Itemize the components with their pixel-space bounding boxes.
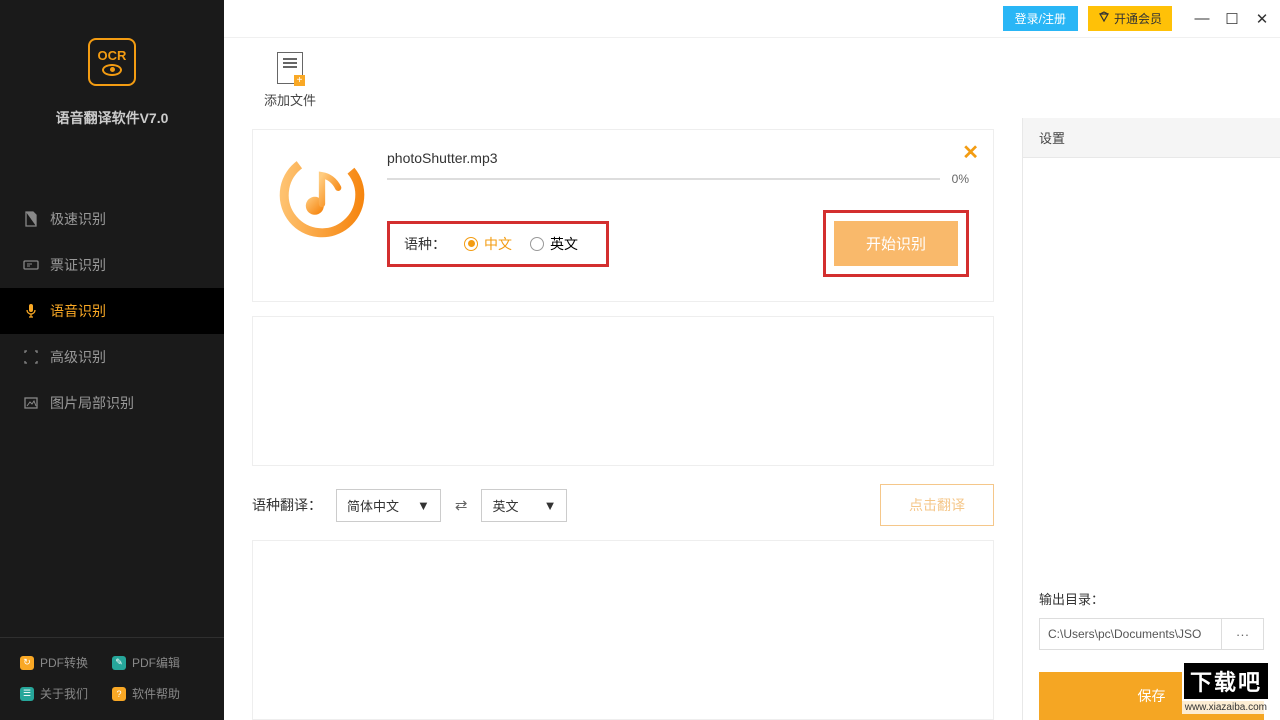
settings-header: 设置 bbox=[1023, 118, 1280, 158]
nav-label: 极速识别 bbox=[50, 209, 106, 229]
maximize-button[interactable]: ☐ bbox=[1224, 11, 1240, 27]
pdf-convert-icon: ↻ bbox=[20, 656, 34, 670]
open-vip-button[interactable]: 开通会员 bbox=[1088, 6, 1172, 31]
link-pdf-edit[interactable]: ✎ PDF编辑 bbox=[112, 654, 204, 671]
settings-panel: 设置 输出目录： C:\Users\pc\Documents\JSO ··· 保… bbox=[1022, 118, 1280, 720]
recognition-result-box bbox=[252, 316, 994, 466]
logo-area: OCR 语音翻译软件V7.0 bbox=[0, 0, 224, 146]
nav-advanced-recognition[interactable]: 高级识别 bbox=[0, 334, 224, 380]
radio-english[interactable]: 英文 bbox=[530, 234, 578, 254]
minimize-button[interactable]: — bbox=[1194, 11, 1210, 27]
output-dir-label: 输出目录： bbox=[1039, 589, 1264, 608]
about-icon: ☰ bbox=[20, 687, 34, 701]
diamond-icon bbox=[1098, 11, 1110, 26]
browse-output-button[interactable]: ··· bbox=[1222, 618, 1264, 650]
translate-row: 语种翻译： 简体中文 ▼ ⇄ 英文 ▼ 点击翻译 bbox=[252, 484, 994, 526]
progress-bar bbox=[387, 178, 940, 180]
translate-result-box bbox=[252, 540, 994, 720]
radio-label: 中文 bbox=[484, 234, 512, 254]
nav-voice-recognition[interactable]: 语音识别 bbox=[0, 288, 224, 334]
language-select-group: 语种： 中文 英文 bbox=[387, 221, 609, 267]
window-controls: — ☐ ✕ bbox=[1194, 11, 1270, 27]
ticket-icon bbox=[22, 256, 40, 274]
add-file-icon bbox=[277, 52, 303, 84]
output-path-field[interactable]: C:\Users\pc\Documents\JSO bbox=[1039, 618, 1222, 650]
logo-text: OCR bbox=[98, 49, 127, 62]
radio-chinese[interactable]: 中文 bbox=[464, 234, 512, 254]
nav-image-region-recognition[interactable]: 图片局部识别 bbox=[0, 380, 224, 426]
select-value: 英文 bbox=[492, 496, 518, 515]
language-label: 语种： bbox=[404, 234, 446, 254]
document-export-icon bbox=[22, 210, 40, 228]
nav-ticket-recognition[interactable]: 票证识别 bbox=[0, 242, 224, 288]
link-label: 关于我们 bbox=[40, 685, 88, 702]
help-icon: ? bbox=[112, 687, 126, 701]
radio-icon bbox=[530, 237, 544, 251]
translate-label: 语种翻译： bbox=[252, 495, 322, 515]
microphone-icon bbox=[22, 302, 40, 320]
nav-label: 高级识别 bbox=[50, 347, 106, 367]
radio-label: 英文 bbox=[550, 234, 578, 254]
translate-button[interactable]: 点击翻译 bbox=[880, 484, 994, 526]
close-button[interactable]: ✕ bbox=[1254, 11, 1270, 27]
link-label: 软件帮助 bbox=[132, 685, 180, 702]
link-pdf-convert[interactable]: ↻ PDF转换 bbox=[20, 654, 112, 671]
image-region-icon bbox=[22, 394, 40, 412]
start-button-highlight: 开始识别 bbox=[823, 210, 969, 277]
sidebar-bottom-links: ↻ PDF转换 ✎ PDF编辑 ☰ 关于我们 ? 软件帮助 bbox=[0, 637, 224, 720]
link-about[interactable]: ☰ 关于我们 bbox=[20, 685, 112, 702]
add-file-button[interactable]: 添加文件 bbox=[260, 52, 320, 109]
remove-file-button[interactable]: ✕ bbox=[962, 140, 979, 165]
pdf-edit-icon: ✎ bbox=[112, 656, 126, 670]
app-logo-icon: OCR bbox=[88, 38, 136, 86]
nav-label: 语音识别 bbox=[50, 301, 106, 321]
radio-icon bbox=[464, 237, 478, 251]
start-recognition-button[interactable]: 开始识别 bbox=[834, 221, 958, 266]
center-panel: 添加文件 ✕ photoShutter.mp3 0% bbox=[224, 38, 1022, 720]
chevron-down-icon: ▼ bbox=[544, 498, 557, 513]
nav-menu: 极速识别 票证识别 语音识别 高级识别 图片局部识别 bbox=[0, 196, 224, 426]
link-help[interactable]: ? 软件帮助 bbox=[112, 685, 204, 702]
translate-from-select[interactable]: 简体中文 ▼ bbox=[336, 489, 441, 522]
link-label: PDF转换 bbox=[40, 654, 88, 671]
vip-label: 开通会员 bbox=[1114, 10, 1162, 27]
eye-icon bbox=[102, 64, 122, 76]
nav-label: 图片局部识别 bbox=[50, 393, 134, 413]
add-file-label: 添加文件 bbox=[264, 90, 316, 109]
login-register-button[interactable]: 登录/注册 bbox=[1003, 6, 1078, 31]
link-label: PDF编辑 bbox=[132, 654, 180, 671]
chevron-down-icon: ▼ bbox=[417, 498, 430, 513]
titlebar: 登录/注册 开通会员 — ☐ ✕ bbox=[224, 0, 1280, 38]
app-title: 语音翻译软件V7.0 bbox=[56, 108, 169, 128]
sidebar: OCR 语音翻译软件V7.0 极速识别 票证识别 语音识别 bbox=[0, 0, 224, 720]
translate-to-select[interactable]: 英文 ▼ bbox=[481, 489, 567, 522]
audio-file-icon bbox=[277, 150, 367, 240]
nav-label: 票证识别 bbox=[50, 255, 106, 275]
scan-icon bbox=[22, 348, 40, 366]
save-button[interactable]: 保存 bbox=[1039, 672, 1264, 720]
select-value: 简体中文 bbox=[347, 496, 399, 515]
file-name: photoShutter.mp3 bbox=[387, 150, 969, 166]
progress-percent: 0% bbox=[952, 172, 969, 186]
file-card: ✕ photoShutter.mp3 0% bbox=[252, 129, 994, 302]
swap-languages-button[interactable]: ⇄ bbox=[455, 496, 468, 514]
nav-fast-recognition[interactable]: 极速识别 bbox=[0, 196, 224, 242]
main-area: 登录/注册 开通会员 — ☐ ✕ 添加文件 ✕ bbox=[224, 0, 1280, 720]
